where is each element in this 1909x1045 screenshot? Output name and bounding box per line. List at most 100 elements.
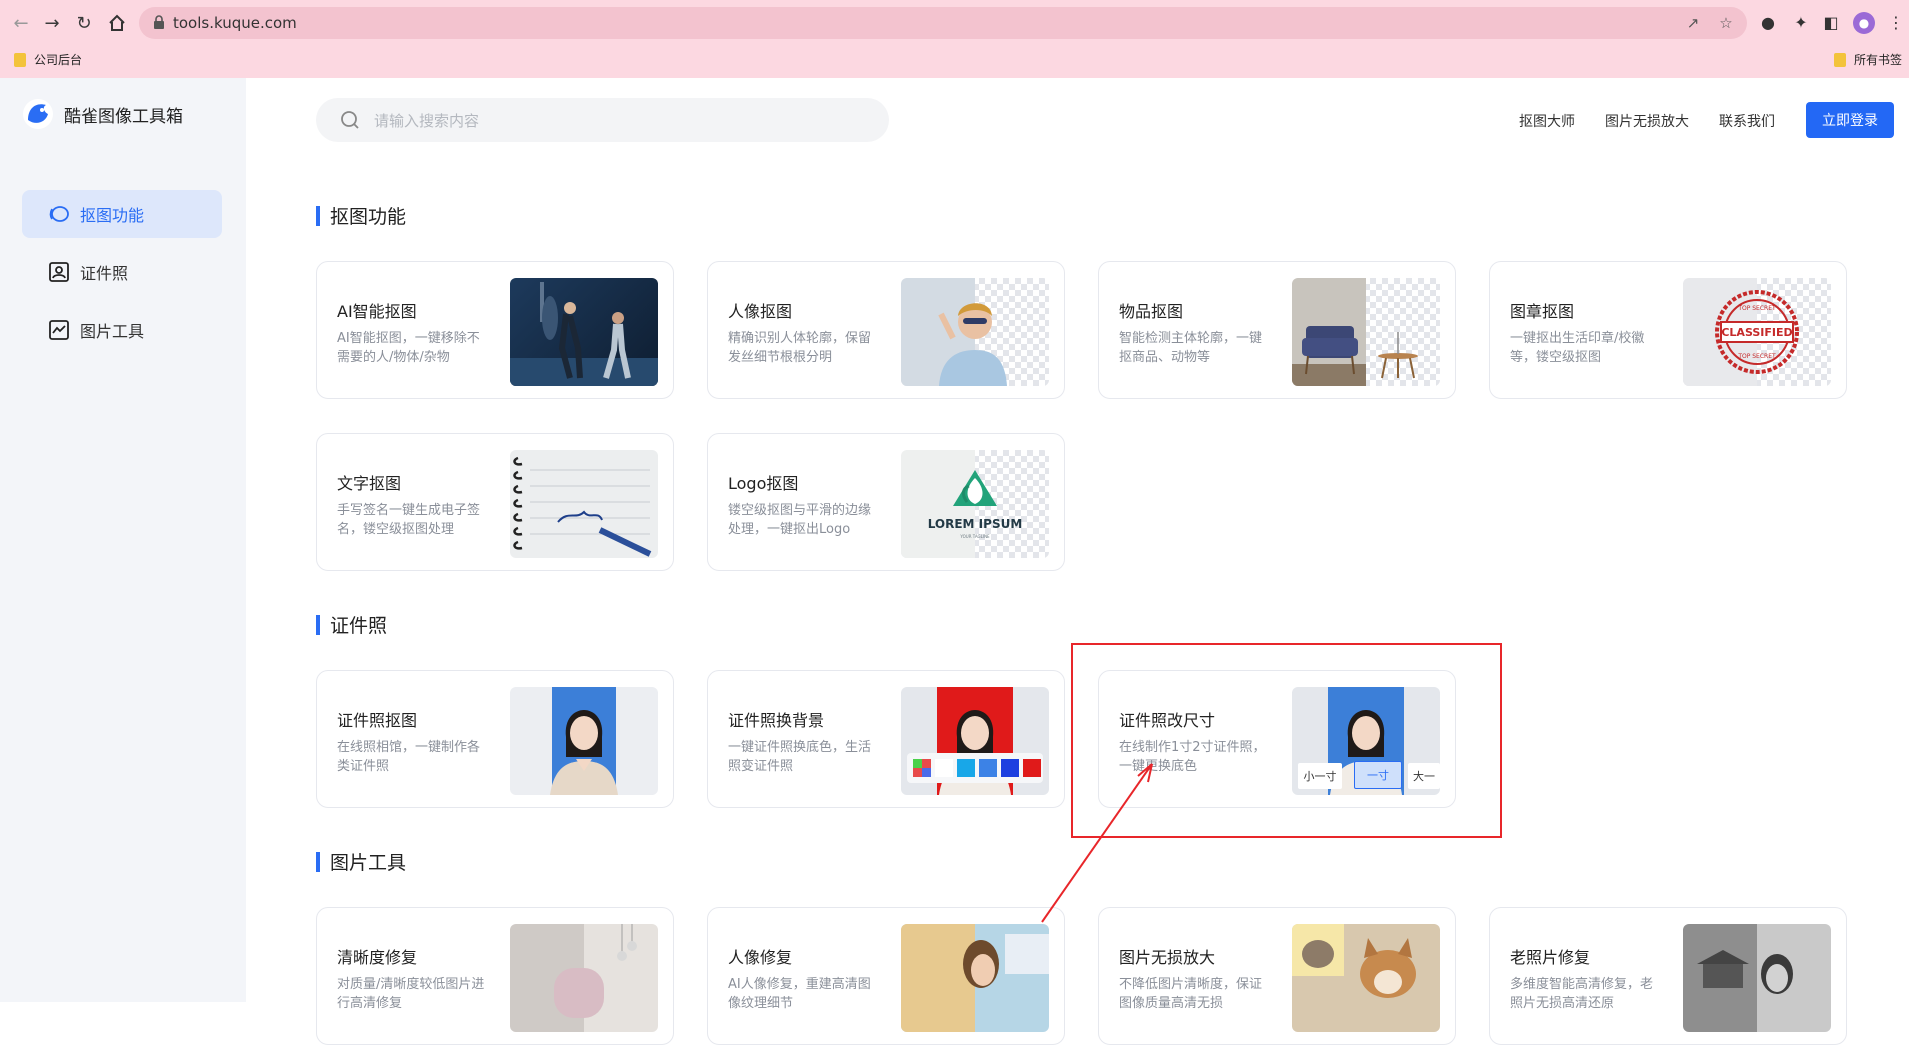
reload-icon[interactable]: ↻	[71, 10, 97, 36]
background-swap-image	[907, 687, 1043, 795]
card-title: 清晰度修复	[337, 948, 418, 967]
folder-icon	[14, 52, 26, 67]
card-desc: 不降低图片清晰度，保证图像质量高清无损	[1119, 977, 1263, 1011]
interior-lamp-image	[554, 924, 637, 1018]
dog-cat-image	[1292, 924, 1416, 998]
app-name: 酷雀图像工具箱	[64, 106, 183, 127]
image-tool-icon	[49, 320, 69, 340]
svg-text:CLASSIFIED: CLASSIFIED	[1721, 326, 1792, 339]
bookmarks-bar: 公司后台 所有书签	[0, 48, 1909, 70]
bird-logo-icon	[23, 99, 53, 129]
search-icon[interactable]	[340, 110, 360, 130]
browser-toolbar: ← → ↻ tools.kuque.com ↗ ☆ ● ✦ ◧ ● ⋮	[0, 5, 1909, 41]
notebook-signature-image	[513, 456, 652, 557]
folder-icon	[1834, 52, 1846, 67]
card-desc: AI智能抠图，一键移除不需要的人/物体/杂物	[337, 331, 480, 365]
share-icon[interactable]: ↗	[1684, 14, 1702, 32]
home-icon[interactable]	[104, 10, 130, 36]
card-desc: 精确识别人体轮廓，保留发丝细节根根分明	[728, 331, 872, 365]
section-title-text: 图片工具	[330, 852, 407, 874]
card-id-photo-cutout[interactable]: 证件照抠图 在线照相馆，一键制作各类证件照	[316, 670, 674, 808]
svg-text:YOUR TAGLINE: YOUR TAGLINE	[959, 534, 990, 539]
boxing-gym-image	[510, 282, 658, 386]
card-thumbnail: LOREM IPSUM YOUR TAGLINE	[901, 450, 1049, 558]
card-desc: 在线照相馆，一键制作各类证件照	[337, 740, 481, 774]
sidebar-item-id-photo[interactable]: 证件照	[22, 248, 222, 296]
card-thumbnail	[510, 924, 658, 1032]
svg-text:TOP SECRET: TOP SECRET	[1737, 305, 1776, 312]
url-text: tools.kuque.com	[173, 14, 297, 32]
nav-link-cutout-master[interactable]: 抠图大师	[1519, 111, 1575, 131]
nav-link-upscale[interactable]: 图片无损放大	[1605, 111, 1689, 131]
card-title: 老照片修复	[1510, 948, 1591, 967]
annotation-arrow	[1041, 763, 1153, 923]
card-desc: AI人像修复，重建高清图像纹理细节	[728, 977, 871, 1011]
card-title: Logo抠图	[728, 474, 799, 493]
lock-icon	[154, 15, 164, 29]
id-photo-icon	[49, 262, 69, 282]
puzzle-icon[interactable]: ✦	[1790, 12, 1812, 34]
menu-icon[interactable]: ⋮	[1885, 12, 1907, 34]
section-title-text: 证件照	[330, 615, 388, 637]
card-title: 证件照抠图	[337, 711, 418, 730]
card-title: 图章抠图	[1510, 302, 1575, 321]
card-desc: 一键抠出生活印章/校徽等，镂空级抠图	[1510, 331, 1645, 365]
sidebar-item-cutout[interactable]: 抠图功能	[22, 190, 222, 238]
card-portrait-repair[interactable]: 人像修复 AI人像修复，重建高清图像纹理细节	[707, 907, 1065, 1045]
section-title-text: 抠图功能	[330, 206, 407, 228]
bookmark-label: 公司后台	[34, 53, 83, 67]
card-desc: 智能检测主体轮廓，一键抠商品、动物等	[1119, 331, 1263, 365]
bookmark-all[interactable]: 所有书签	[1834, 51, 1902, 68]
section-title-image-tools: 图片工具	[316, 848, 406, 875]
boy-portrait-image	[901, 278, 1007, 386]
nav-link-contact[interactable]: 联系我们	[1719, 111, 1775, 131]
card-text-cutout[interactable]: 文字抠图 手写签名一键生成电子签名，镂空级抠图处理	[316, 433, 674, 571]
card-title: 人像抠图	[728, 302, 793, 321]
browser-chrome: ← → ↻ tools.kuque.com ↗ ☆ ● ✦ ◧ ● ⋮ 公司后台…	[0, 0, 1909, 78]
svg-text:TOP SECRET: TOP SECRET	[1737, 353, 1776, 360]
old-photo-image	[1697, 950, 1793, 994]
card-thumbnail	[510, 687, 658, 795]
card-desc: 手写签名一键生成电子签名，镂空级抠图处理	[337, 503, 481, 537]
section-accent-bar	[316, 205, 320, 226]
side-panel-icon[interactable]: ◧	[1820, 12, 1842, 34]
sidebar-item-image-tools[interactable]: 图片工具	[22, 306, 222, 354]
address-bar[interactable]: tools.kuque.com ↗ ☆	[139, 7, 1747, 39]
section-accent-bar	[316, 614, 320, 635]
card-id-photo-background[interactable]: 证件照换背景 一键证件照换底色，生活照变证件照	[707, 670, 1065, 808]
login-button[interactable]: 立即登录	[1806, 102, 1894, 138]
search-input[interactable]	[372, 106, 856, 136]
card-stamp-cutout[interactable]: 图章抠图 一键抠出生活印章/校徽等，镂空级抠图 CLASSIFIED TOP S…	[1489, 261, 1847, 399]
card-thumbnail	[901, 924, 1049, 1032]
extension-icon[interactable]: ●	[1757, 12, 1779, 34]
app-logo[interactable]: 酷雀图像工具箱	[22, 98, 183, 130]
card-thumbnail	[1292, 924, 1440, 1032]
section-title-cutout: 抠图功能	[316, 202, 406, 229]
search-box	[316, 98, 889, 142]
card-old-photo-repair[interactable]: 老照片修复 多维度智能高清修复，老照片无损高清还原	[1489, 907, 1847, 1045]
card-desc: 多维度智能高清修复，老照片无损高清还原	[1510, 977, 1654, 1011]
card-title: AI智能抠图	[337, 302, 417, 321]
back-icon[interactable]: ←	[8, 10, 34, 36]
card-title: 图片无损放大	[1119, 948, 1216, 967]
card-ai-cutout[interactable]: AI智能抠图 AI智能抠图，一键移除不需要的人/物体/杂物	[316, 261, 674, 399]
card-portrait-cutout[interactable]: 人像抠图 精确识别人体轮廓，保留发丝细节根根分明	[707, 261, 1065, 399]
card-thumbnail: CLASSIFIED TOP SECRET TOP SECRET	[1683, 278, 1831, 386]
card-logo-cutout[interactable]: Logo抠图 镂空级抠图与平滑的边缘处理，一键抠出Logo LOREM IPSU…	[707, 433, 1065, 571]
section-accent-bar	[316, 851, 320, 872]
star-icon[interactable]: ☆	[1717, 14, 1735, 32]
cutout-icon	[49, 206, 69, 222]
portrait-repair-image	[901, 924, 1049, 1032]
card-object-cutout[interactable]: 物品抠图 智能检测主体轮廓，一键抠商品、动物等	[1098, 261, 1456, 399]
profile-avatar[interactable]: ●	[1853, 12, 1875, 34]
sidebar-item-label: 抠图功能	[80, 206, 145, 225]
forward-icon[interactable]: →	[39, 10, 65, 36]
bookmark-company[interactable]: 公司后台	[14, 51, 82, 68]
card-title: 证件照换背景	[728, 711, 825, 730]
card-thumbnail	[510, 450, 658, 558]
armchair-image	[1292, 278, 1418, 386]
card-thumbnail	[901, 687, 1049, 795]
classified-stamp-image: CLASSIFIED TOP SECRET TOP SECRET	[1683, 278, 1799, 386]
card-clarity-repair[interactable]: 清晰度修复 对质量/清晰度较低图片进行高清修复	[316, 907, 674, 1045]
card-desc: 一键证件照换底色，生活照变证件照	[728, 740, 872, 774]
